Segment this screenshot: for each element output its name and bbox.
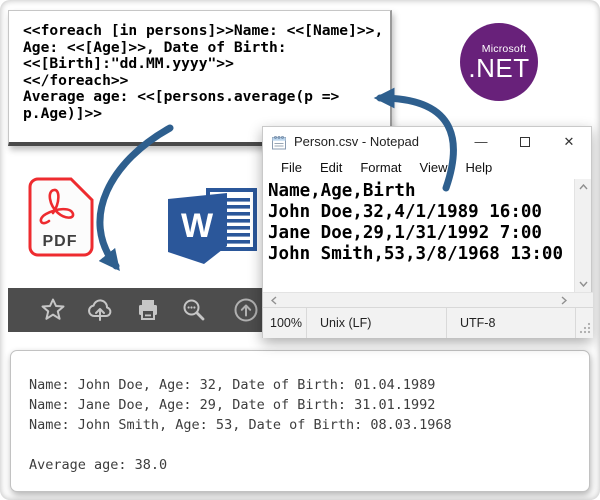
upload-button[interactable] <box>232 296 260 324</box>
up-arrow-circle-icon <box>236 300 257 321</box>
menu-file[interactable]: File <box>272 160 311 175</box>
magnifier-icon <box>185 301 204 320</box>
csv-line: John Smith,53,3/8/1968 13:00 <box>268 244 576 265</box>
template-code-line: <</foreach>> <box>23 73 390 90</box>
horizontal-scrollbar[interactable] <box>263 292 593 307</box>
printer-icon <box>139 300 157 319</box>
rendered-output-panel: Name: John Doe, Age: 32, Date of Birth: … <box>10 350 590 492</box>
template-code-line: <<[Birth]:"dd.MM.yyyy">> <box>23 56 390 73</box>
favorite-star-button[interactable] <box>39 296 67 324</box>
viewer-toolbar <box>8 288 268 332</box>
csv-line: John Doe,32,4/1/1989 16:00 <box>268 202 576 223</box>
zoom-search-button[interactable] <box>180 296 208 324</box>
output-line: Name: John Smith, Age: 53, Date of Birth… <box>29 415 589 435</box>
notepad-title-bar: Person.csv - Notepad — ✕ <box>263 127 591 156</box>
output-line: Average age: 38.0 <box>29 455 589 475</box>
menu-help[interactable]: Help <box>456 160 501 175</box>
star-icon <box>43 300 64 319</box>
dotnet-name-text: .NET <box>468 55 529 81</box>
scroll-down-arrow[interactable] <box>579 281 588 287</box>
close-button[interactable]: ✕ <box>547 127 591 156</box>
resize-grip[interactable] <box>579 322 591 334</box>
template-code-line: Average age: <<[persons.average(p => <box>23 89 390 106</box>
minimize-button[interactable]: — <box>459 127 503 156</box>
notepad-menu-bar: File Edit Format View Help <box>263 156 591 179</box>
print-button[interactable] <box>134 296 162 324</box>
template-code-line: Age: <<[Age]>>, Date of Birth: <box>23 40 390 57</box>
template-code-line: p.Age)]>> <box>23 106 390 123</box>
notepad-text-area[interactable]: Name,Age,Birth John Doe,32,4/1/1989 16:0… <box>263 179 576 292</box>
template-code-line: <<foreach [in persons]>>Name: <<[Name]>>… <box>23 23 390 40</box>
csv-line: Jane Doe,29,1/31/1992 7:00 <box>268 223 576 244</box>
notepad-window: Person.csv - Notepad — ✕ File Edit Forma… <box>262 126 592 338</box>
vertical-scrollbar[interactable] <box>574 179 591 292</box>
scroll-up-arrow[interactable] <box>579 184 588 190</box>
pdf-label: PDF <box>43 233 78 250</box>
status-encoding: UTF-8 <box>447 308 576 338</box>
cloud-upload-button[interactable] <box>86 296 114 324</box>
notepad-app-icon <box>271 134 287 150</box>
window-controls: — ✕ <box>459 127 591 156</box>
output-line <box>29 435 589 455</box>
output-line: Name: John Doe, Age: 32, Date of Birth: … <box>29 375 589 395</box>
status-zoom: 100% <box>263 308 307 338</box>
scroll-left-arrow[interactable] <box>271 296 277 305</box>
menu-edit[interactable]: Edit <box>311 160 351 175</box>
dotnet-logo: Microsoft .NET <box>460 23 538 101</box>
illustration-canvas: <<foreach [in persons]>>Name: <<[Name]>>… <box>0 0 600 500</box>
menu-format[interactable]: Format <box>351 160 410 175</box>
pdf-file-icon: PDF <box>27 177 94 258</box>
word-letter: W <box>181 207 214 245</box>
menu-view[interactable]: View <box>411 160 457 175</box>
status-line-ending: Unix (LF) <box>307 308 447 338</box>
maximize-button[interactable] <box>503 127 547 156</box>
scroll-right-arrow[interactable] <box>561 296 567 305</box>
word-file-icon: W <box>158 188 258 280</box>
cloud-upload-icon <box>89 300 110 320</box>
window-title: Person.csv - Notepad <box>294 134 419 149</box>
output-line: Name: Jane Doe, Age: 29, Date of Birth: … <box>29 395 589 415</box>
csv-line: Name,Age,Birth <box>268 181 576 202</box>
maximize-icon <box>520 137 530 147</box>
notepad-status-bar: 100% Unix (LF) UTF-8 <box>263 307 593 338</box>
